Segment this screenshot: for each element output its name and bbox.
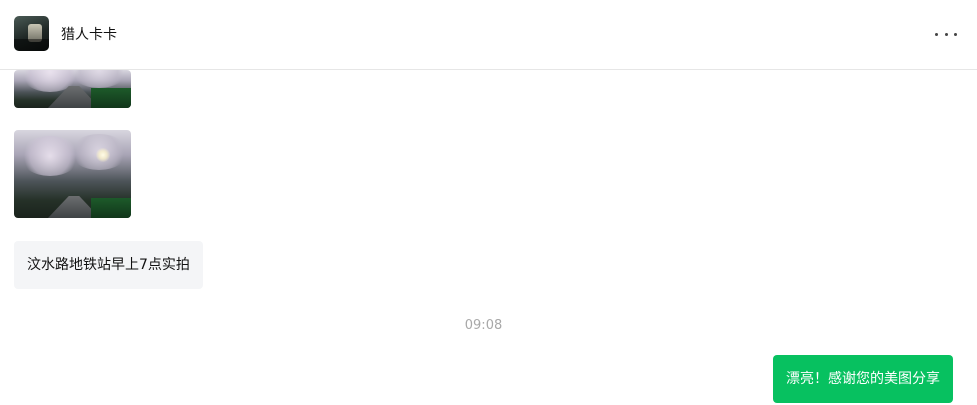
message-image-1[interactable] [14,70,131,108]
contact-name: 猎人卡卡 [61,27,117,43]
more-dot [935,32,938,36]
chat-header: 猎人卡卡 [0,0,977,70]
image-grass [91,88,131,108]
message-timestamp: 09:08 [464,318,503,333]
chat-window: 猎人卡卡 汶水路地铁站早上7点实拍 09:08 漂亮！感谢您的美图分享 [0,0,977,405]
message-image-2[interactable] [14,130,131,218]
avatar-image-shade [14,39,49,51]
image-lamp-glow [96,148,110,162]
incoming-message-bubble[interactable]: 汶水路地铁站早上7点实拍 [14,241,203,289]
image-grass [91,198,131,218]
contact-avatar[interactable] [14,16,49,51]
outgoing-message-bubble[interactable]: 漂亮！感谢您的美图分享 [773,355,953,403]
image-blossom [70,70,128,88]
more-dot [954,32,957,36]
more-horizontal-icon[interactable] [935,24,957,44]
more-dot [944,32,948,36]
